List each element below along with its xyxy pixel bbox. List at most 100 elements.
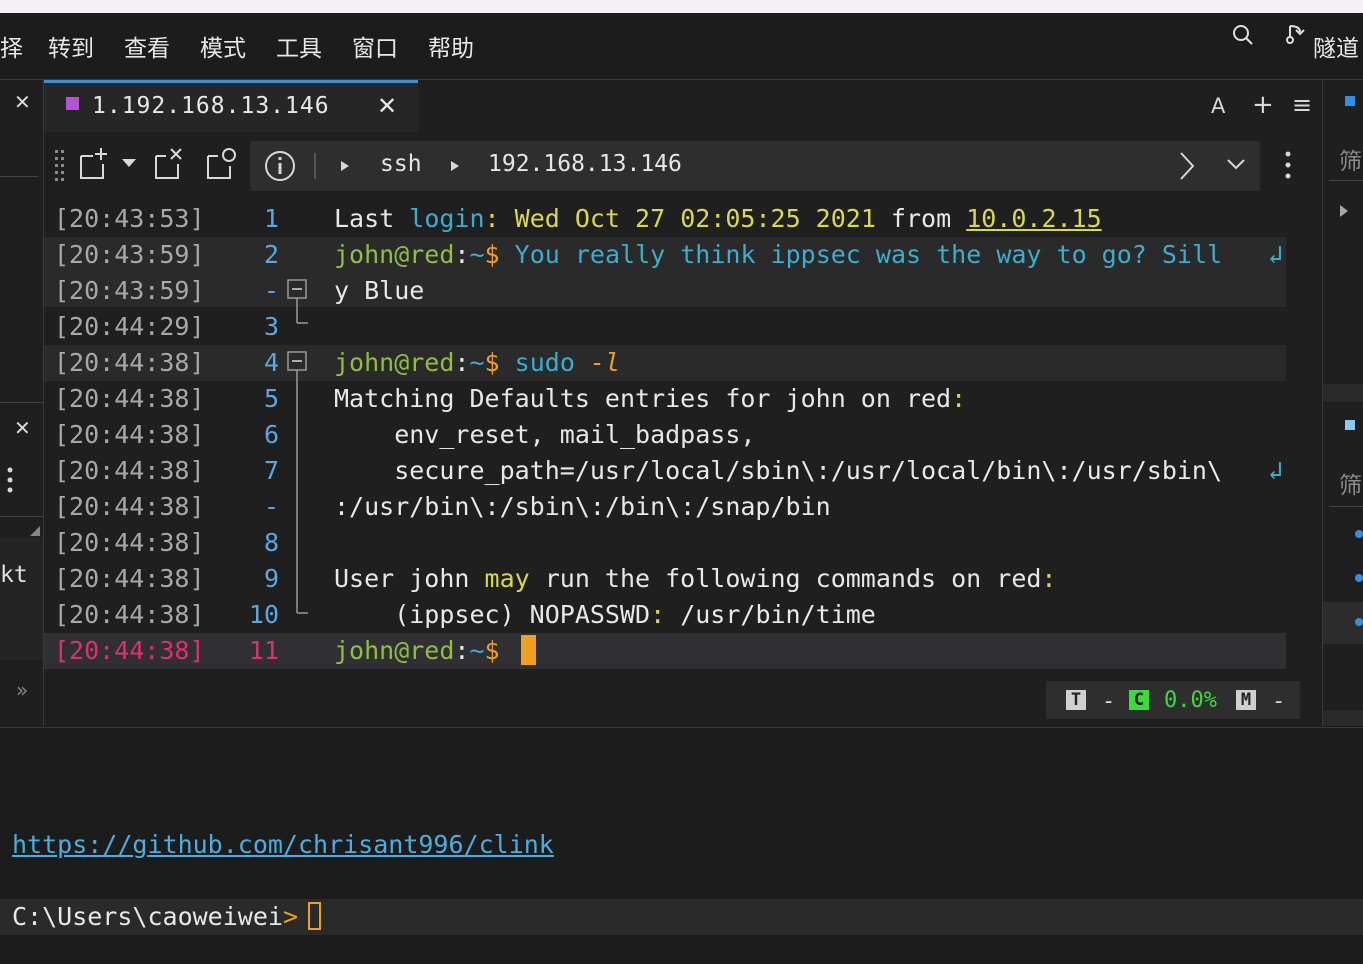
list-item-selected[interactable]: [1323, 602, 1363, 644]
row-line-number: 7: [263, 456, 279, 485]
row-content[interactable]: Matching Defaults entries for john on re…: [334, 384, 966, 413]
command-flag: -l: [589, 348, 621, 377]
local-prompt-row[interactable]: C:\Users\caoweiwei>: [0, 899, 1363, 935]
search-icon[interactable]: [1232, 24, 1254, 46]
line5-colon: :: [951, 384, 967, 413]
menu-item-tools[interactable]: 工具: [276, 29, 322, 63]
left-panel-divider-2: [0, 402, 43, 403]
add-tab-icon[interactable]: +: [1252, 90, 1274, 120]
row-timestamp-active: [20:44:38]: [54, 636, 205, 665]
terminal-cursor[interactable]: [521, 635, 536, 665]
menu-item-help[interactable]: 帮助: [428, 29, 474, 63]
terminal-row-1: [20:43:53] 1 Last login: Wed Oct 27 02:0…: [44, 201, 1286, 237]
terminal-row-4: [20:44:38] 4 john@red:~$ sudo -l: [44, 345, 1286, 381]
left-panel-expand-icon[interactable]: »: [16, 678, 28, 702]
terminal-row-5: [20:44:38] 5 Matching Defaults entries f…: [44, 381, 1286, 417]
right-side-panel: 筛 筛: [1322, 80, 1363, 726]
title-strip: [0, 0, 1363, 13]
row-content[interactable]: :/usr/bin\:/sbin\:/bin\:/snap/bin: [334, 492, 831, 521]
new-session-dropdown-icon[interactable]: [121, 158, 137, 168]
row-timestamp: [20:44:38]: [54, 348, 205, 377]
row-content[interactable]: env_reset, mail_badpass,: [334, 420, 755, 449]
row-content[interactable]: john@red:~$: [334, 636, 500, 665]
reconnect-icon[interactable]: [206, 146, 238, 180]
address-bar[interactable]: ssh 192.168.13.146: [250, 141, 1260, 191]
row-timestamp: [20:44:38]: [54, 600, 205, 629]
line10-text: (ippsec) NOPASSWD: [334, 600, 651, 629]
prompt-user: john@red: [334, 636, 455, 665]
right-panel-marker-2: [1345, 420, 1355, 430]
prompt-dollar: $: [484, 636, 500, 665]
expand-arrow-icon[interactable]: [1339, 204, 1349, 218]
font-button[interactable]: A: [1211, 94, 1225, 118]
left-panel-item-text[interactable]: kt: [0, 562, 28, 588]
row-content[interactable]: User john may run the following commands…: [334, 564, 1056, 593]
breadcrumb-host[interactable]: 192.168.13.146: [488, 151, 682, 177]
clink-url-link[interactable]: https://github.com/chrisant996/clink: [12, 830, 554, 859]
filter-label-2[interactable]: 筛: [1339, 466, 1362, 500]
row-line-number: 4: [263, 348, 279, 377]
text-date: Wed Oct 27 02:05:25 2021: [514, 204, 876, 233]
chevron-right-icon[interactable]: [1178, 151, 1196, 181]
row-content[interactable]: (ippsec) NOPASSWD: /usr/bin/time: [334, 600, 876, 629]
line9-colon: :: [1041, 564, 1057, 593]
row-line-number: -: [263, 276, 279, 305]
row-line-number: -: [263, 492, 279, 521]
menu-item-window[interactable]: 窗口: [352, 29, 398, 63]
line9-text-2: run the following commands on red: [529, 564, 1042, 593]
more-options-icon[interactable]: [1284, 150, 1292, 180]
menu-item-goto[interactable]: 转到: [48, 29, 94, 63]
menu-item-view[interactable]: 查看: [124, 29, 170, 63]
text-ip-link[interactable]: 10.0.2.15: [966, 204, 1101, 233]
prompt-path: ~: [469, 240, 485, 269]
text-last: Last: [334, 204, 410, 233]
row-timestamp: [20:44:38]: [54, 420, 205, 449]
local-cursor[interactable]: [308, 902, 321, 930]
list-dot[interactable]: [1355, 530, 1363, 538]
disconnect-icon[interactable]: [154, 146, 184, 180]
tunnel-icon[interactable]: [1284, 22, 1306, 46]
row-content[interactable]: Last login: Wed Oct 27 02:05:25 2021 fro…: [334, 204, 1102, 233]
terminal-row-3: [20:44:29] 3: [44, 309, 1286, 345]
row-content[interactable]: john@red:~$ sudo -l: [334, 348, 620, 377]
status-m-badge[interactable]: M: [1236, 690, 1256, 710]
tab-close-icon[interactable]: ✕: [377, 92, 397, 120]
right-panel-marker: [1345, 96, 1355, 106]
chevron-down-icon[interactable]: [1226, 157, 1246, 171]
row-content[interactable]: secure_path=/usr/local/sbin\:/usr/local/…: [334, 456, 1222, 485]
left-panel-close-icon-2[interactable]: ✕: [14, 416, 31, 440]
terminal-row-9: [20:44:38] 9 User john may run the follo…: [44, 561, 1286, 597]
filter-label[interactable]: 筛: [1339, 142, 1362, 176]
menu-bar: 择 转到 查看 模式 工具 窗口 帮助: [0, 13, 1363, 80]
breadcrumb-protocol[interactable]: ssh: [380, 151, 422, 177]
tunnel-label[interactable]: 隧道: [1313, 29, 1359, 63]
toolbar-grip-icon[interactable]: [54, 148, 66, 182]
row-line-number: 8: [263, 528, 279, 557]
left-panel-close-icon[interactable]: ✕: [14, 90, 31, 114]
list-dot-2[interactable]: [1355, 574, 1363, 582]
terminal-row-11-active: [20:44:38] 11 john@red:~$: [44, 633, 1286, 669]
text-from: from: [875, 204, 967, 233]
row-content[interactable]: john@red:~$ You really think ippsec was …: [334, 240, 1222, 269]
row-timestamp: [20:44:38]: [54, 528, 205, 557]
tab-menu-icon[interactable]: ≡: [1292, 91, 1312, 119]
menu-item-mode[interactable]: 模式: [200, 29, 246, 63]
left-panel-divider: [0, 176, 38, 177]
status-t-badge[interactable]: T: [1066, 690, 1086, 710]
tab-session[interactable]: 1.192.168.13.146 ✕: [44, 80, 418, 132]
new-session-icon[interactable]: [79, 146, 109, 180]
row-line-number-active: 11: [248, 636, 279, 665]
menu-item-select[interactable]: 择: [0, 29, 23, 63]
prompt-user: john@red: [334, 240, 455, 269]
terminal-row-10: [20:44:38] 10 (ippsec) NOPASSWD: /usr/bi…: [44, 597, 1286, 633]
row-content[interactable]: y Blue: [334, 276, 424, 305]
row-line-number: 2: [263, 240, 279, 269]
line10-colon: :: [650, 600, 666, 629]
info-icon[interactable]: [264, 150, 296, 182]
status-c-badge[interactable]: C: [1129, 690, 1149, 710]
prompt-colon: :: [454, 348, 470, 377]
status-percent: 0.0%: [1164, 688, 1217, 713]
status-dash-2: -: [1272, 689, 1286, 714]
local-prompt-path: C:\Users\caoweiwei: [12, 902, 283, 931]
left-panel-more-icon[interactable]: [6, 466, 14, 496]
